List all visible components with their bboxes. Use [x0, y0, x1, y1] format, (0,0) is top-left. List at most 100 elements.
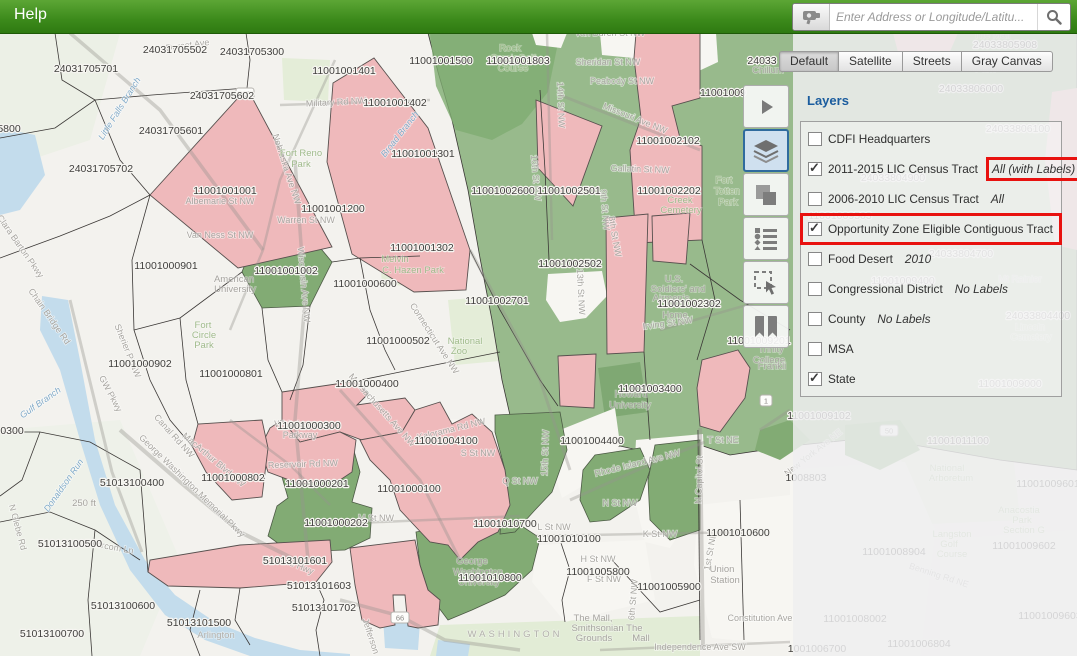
layer-checkbox[interactable] [808, 252, 822, 266]
route-shield-number: 66 [396, 614, 404, 623]
place-label: Fort [716, 175, 733, 186]
place-label: George [456, 556, 488, 567]
place-label: Home [662, 310, 687, 321]
tool-select-tool[interactable] [743, 261, 789, 304]
layer-checkbox[interactable] [808, 192, 822, 206]
layer-checkbox[interactable] [808, 372, 822, 386]
layer-label: 2011-2015 LIC Census Tract [828, 162, 978, 176]
tract-label: 11001005800 [566, 566, 630, 578]
layer-label: 2006-2010 LIC Census Tract [828, 192, 979, 206]
layer-checkbox[interactable] [808, 312, 822, 326]
layers-panel: Layers CDFI Headquarters 2011-2015 LIC Ce… [793, 33, 1077, 656]
legend-icon [753, 227, 779, 251]
place-label: Grounds [576, 633, 613, 644]
tract-label: 51013100700 [20, 628, 84, 640]
layer-row-2006-2010-lic-census-tract: 2006-2010 LIC Census Tract All [801, 184, 1061, 214]
layer-row-food-desert: Food Desert2010 [801, 244, 1061, 274]
place-label: Park [194, 340, 214, 351]
tract-label: 11001000100 [377, 483, 441, 495]
tract-label: 11001002202 [637, 185, 701, 197]
place-label: University [214, 284, 256, 295]
layer-annotation: All [991, 192, 1004, 206]
street-label: T St NE [707, 435, 738, 445]
magnifier-icon [1046, 9, 1062, 25]
tract-label: 51013101603 [287, 580, 351, 592]
app-header: Help [0, 0, 1077, 34]
tract-label: 51013101601 [263, 555, 327, 567]
street-label: Independence Ave SW [654, 642, 746, 652]
tract-label: 11001000502 [366, 335, 430, 347]
layer-label: State [828, 372, 856, 386]
basemap-button-default[interactable]: Default [779, 51, 839, 72]
tract-label: 11001009 [700, 87, 746, 99]
tract-label: 24033 [747, 55, 776, 67]
layer-row-msa: MSA [801, 334, 1061, 364]
locator-button[interactable] [793, 4, 830, 30]
tool-bookmarks[interactable] [743, 305, 789, 348]
tract-label: 11001001200 [301, 203, 365, 215]
tract-label: 11001002302 [657, 298, 721, 310]
layer-row-opportunity-zone-eligible-contiguous-tract: Opportunity Zone Eligible Contiguous Tra… [801, 214, 1061, 244]
search-input[interactable] [830, 4, 1037, 30]
tract-label: 11001002502 [538, 258, 602, 270]
tract-label: 11001001001 [193, 185, 257, 197]
place-label: Totten [714, 186, 740, 197]
street-label: N St NW [603, 498, 639, 508]
place-label: Union [710, 564, 735, 575]
tract-label: 11001001500 [409, 55, 473, 67]
place-label: Park [291, 159, 311, 170]
place-label: Zoo [451, 346, 467, 357]
tract-label: 11001003400 [618, 383, 682, 395]
basemap-button-streets[interactable]: Streets [903, 51, 962, 72]
layer-checkbox[interactable] [808, 342, 822, 356]
basemap-button-gray-canvas[interactable]: Gray Canvas [962, 51, 1053, 72]
search-box [792, 3, 1071, 31]
layer-checkbox[interactable] [808, 282, 822, 296]
side-toolbar [743, 85, 789, 349]
tool-legend[interactable] [743, 217, 789, 260]
tract-label: 24031705601 [139, 125, 203, 137]
tool-basemap-gallery[interactable] [743, 173, 789, 216]
tool-layers[interactable] [743, 129, 789, 172]
layer-row-2011-2015-lic-census-tract: 2011-2015 LIC Census TractAll (with Labe… [801, 154, 1061, 184]
select-rectangle-icon [753, 270, 779, 296]
tract-label: 11001000400 [335, 378, 399, 390]
layer-annotation: All (with Labels) [990, 161, 1077, 177]
street-label: N Capitol St [693, 455, 705, 504]
tract-label: 11001001402 [363, 97, 427, 109]
tract-label: 51013100500 [38, 538, 102, 550]
tract-label: 24031705701 [54, 63, 118, 75]
layer-checkbox[interactable] [808, 132, 822, 146]
tract-label: 11001004100 [414, 435, 478, 447]
tract-label: 11001010700 [473, 518, 537, 530]
layer-label: CDFI Headquarters [828, 132, 930, 146]
tract-label: 11001001302 [390, 242, 454, 254]
layer-checkbox[interactable] [808, 162, 822, 176]
tract-label: 51013100600 [91, 600, 155, 612]
layer-checkbox[interactable] [808, 222, 822, 236]
basemap-button-satellite[interactable]: Satellite [839, 51, 903, 72]
layer-label: Opportunity Zone Eligible Contiguous Tra… [828, 222, 1053, 236]
tract-label: 11001010600 [706, 527, 770, 539]
search-button[interactable] [1037, 4, 1070, 30]
layer-row-county: CountyNo Labels [801, 304, 1061, 334]
help-link[interactable]: Help [14, 6, 47, 24]
street-label: Albemarle St NW [185, 196, 255, 206]
tract-label: 24031705602 [190, 90, 254, 102]
tract-label: 5800 [0, 123, 21, 135]
place-label: Fort Reno [280, 148, 322, 159]
tract-label: 11001004400 [560, 435, 624, 447]
place-label: 250 ft [72, 498, 96, 509]
street-label: Van Ness St NW [187, 230, 254, 240]
tract-label: 11001002701 [465, 295, 529, 307]
place-label: Mall [632, 633, 649, 644]
layers-panel-title: Layers [807, 93, 849, 108]
layer-label: Congressional District [828, 282, 943, 296]
street-label: K St NW [643, 529, 678, 539]
tract-label: 24031705502 [143, 44, 207, 56]
street-label: Gallatin St NW [610, 163, 670, 175]
basemap-switcher: DefaultSatelliteStreetsGray Canvas [779, 51, 1053, 72]
street-label: H St NW [581, 554, 617, 564]
street-label: Peabody St NW [590, 76, 655, 86]
tool-expand-panel[interactable] [743, 85, 789, 128]
